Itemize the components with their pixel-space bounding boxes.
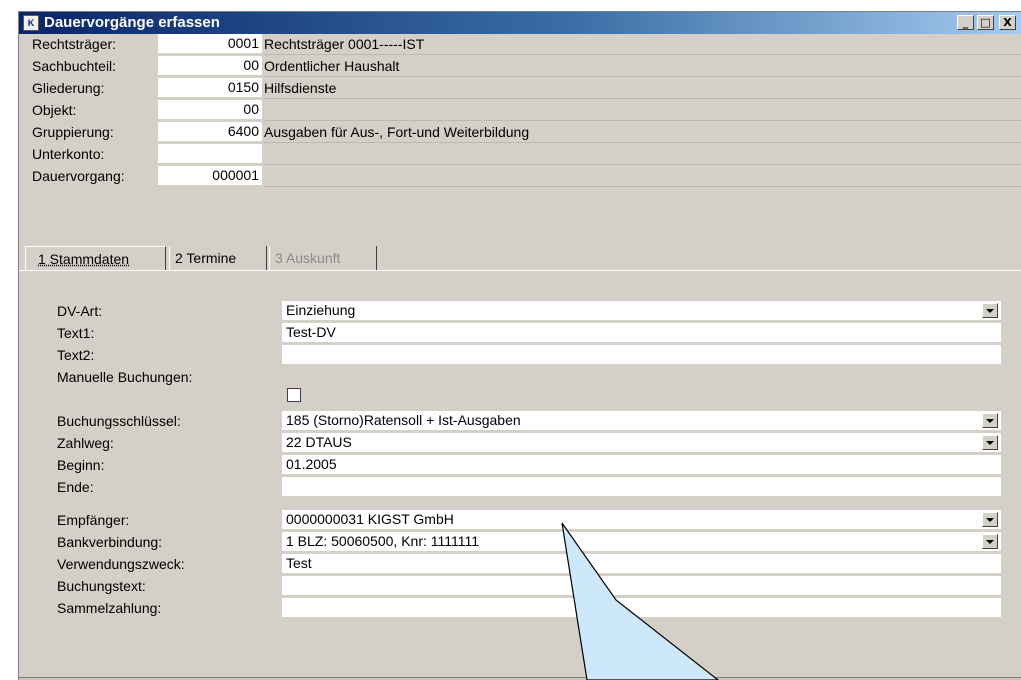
sachbuchteil-description: Ordentlicher Haushalt (264, 58, 400, 74)
tab-termine[interactable]: 2 Termine (169, 246, 267, 270)
label-gruppierung: Gruppierung: (32, 124, 114, 140)
maximize-button[interactable]: □ (977, 15, 994, 30)
text2-input[interactable] (282, 345, 1001, 364)
text1-input[interactable]: Test-DV (282, 323, 1001, 342)
tab-stammdaten[interactable]: 1 Stammdaten (25, 246, 166, 270)
label-buchungsschluessel: Buchungsschlüssel: (57, 413, 181, 429)
label-verwendungszweck: Verwendungszweck: (57, 556, 185, 572)
buchungsschluessel-select[interactable]: 185 (Storno)Ratensoll + Ist-Ausgaben (282, 411, 1001, 430)
dropdown-arrow-icon[interactable] (982, 303, 998, 318)
dv-art-select[interactable]: Einziehung (282, 301, 1001, 320)
bankverbindung-select[interactable]: 1 BLZ: 50060500, Knr: 1111111 (282, 532, 1001, 551)
dropdown-arrow-icon[interactable] (982, 534, 998, 549)
row-divider (264, 142, 1021, 143)
label-manuelle-buchungen: Manuelle Buchungen: (57, 369, 193, 385)
objekt-field[interactable]: 00 (158, 100, 262, 119)
label-dv-art: DV-Art: (57, 303, 103, 319)
row-divider (264, 120, 1021, 121)
label-sammelzahlung: Sammelzahlung: (57, 600, 162, 616)
empfaenger-select[interactable]: 0000000031 KIGST GmbH (282, 510, 1001, 529)
label-text1: Text1: (57, 325, 95, 341)
ende-input[interactable] (282, 477, 1001, 496)
dropdown-arrow-icon[interactable] (982, 435, 998, 450)
row-divider (264, 98, 1021, 99)
gruppierung-description: Ausgaben für Aus-, Fort-und Weiterbildun… (264, 124, 530, 140)
tab-auskunft-label: 3 Auskunft (275, 250, 341, 266)
verwendungszweck-input[interactable]: Test (282, 554, 1001, 573)
label-gliederung: Gliederung: (32, 80, 105, 96)
label-unterkonto: Unterkonto: (32, 146, 105, 162)
label-bankverbindung: Bankverbindung: (57, 534, 163, 550)
gruppierung-field[interactable]: 6400 (158, 122, 262, 141)
window-title: Dauervorgänge erfassen (44, 14, 220, 31)
rechtstraeger-description: Rechtsträger 0001-----IST (264, 36, 425, 52)
rechtstraeger-field[interactable]: 0001 (158, 34, 262, 53)
label-zahlweg: Zahlweg: (57, 435, 114, 451)
sachbuchteil-field[interactable]: 00 (158, 56, 262, 75)
label-beginn: Beginn: (57, 457, 105, 473)
tab-auskunft[interactable]: 3 Auskunft (269, 246, 377, 270)
label-ende: Ende: (57, 479, 94, 495)
minimize-button[interactable]: _ (957, 15, 974, 30)
dropdown-arrow-icon[interactable] (982, 512, 998, 527)
row-divider (264, 76, 1021, 77)
label-buchungstext: Buchungstext: (57, 578, 146, 594)
beginn-input[interactable]: 01.2005 (282, 455, 1001, 474)
bankverbindung-value: 1 BLZ: 50060500, Knr: 1111111 (286, 533, 480, 549)
label-sachbuchteil: Sachbuchteil: (32, 58, 117, 74)
app-icon: K (23, 15, 39, 31)
dropdown-arrow-icon[interactable] (982, 413, 998, 428)
manuelle-buchungen-checkbox[interactable] (287, 388, 301, 402)
tab-termine-label: 2 Termine (175, 250, 237, 266)
row-divider (264, 164, 1021, 165)
tab-stammdaten-label: 1 Stammdaten (38, 251, 130, 267)
row-divider (264, 54, 1021, 55)
buchungsschluessel-value: 185 (Storno)Ratensoll + Ist-Ausgaben (286, 412, 521, 428)
label-rechtstraeger: Rechtsträger: (32, 36, 117, 52)
gliederung-description: Hilfsdienste (264, 80, 337, 96)
label-text2: Text2: (57, 347, 95, 363)
unterkonto-field[interactable] (158, 144, 262, 163)
dv-art-value: Einziehung (286, 302, 356, 318)
label-empfaenger: Empfänger: (57, 512, 130, 528)
buchungstext-input[interactable] (282, 576, 1001, 595)
title-bar[interactable]: K Dauervorgänge erfassen _ □ X (19, 12, 1021, 34)
zahlweg-select[interactable]: 22 DTAUS (282, 433, 1001, 452)
close-button[interactable]: X (999, 15, 1016, 30)
gliederung-field[interactable]: 0150 (158, 78, 262, 97)
dauervorgaenge-window: K Dauervorgänge erfassen _ □ X Rechtsträ… (18, 11, 1021, 680)
label-dauervorgang: Dauervorgang: (32, 168, 125, 184)
row-divider (264, 186, 1021, 187)
zahlweg-value: 22 DTAUS (286, 434, 352, 450)
sammelzahlung-input[interactable] (282, 598, 1001, 617)
label-objekt: Objekt: (32, 102, 77, 118)
empfaenger-value: 0000000031 KIGST GmbH (286, 511, 454, 527)
dauervorgang-field[interactable]: 000001 (158, 166, 262, 185)
